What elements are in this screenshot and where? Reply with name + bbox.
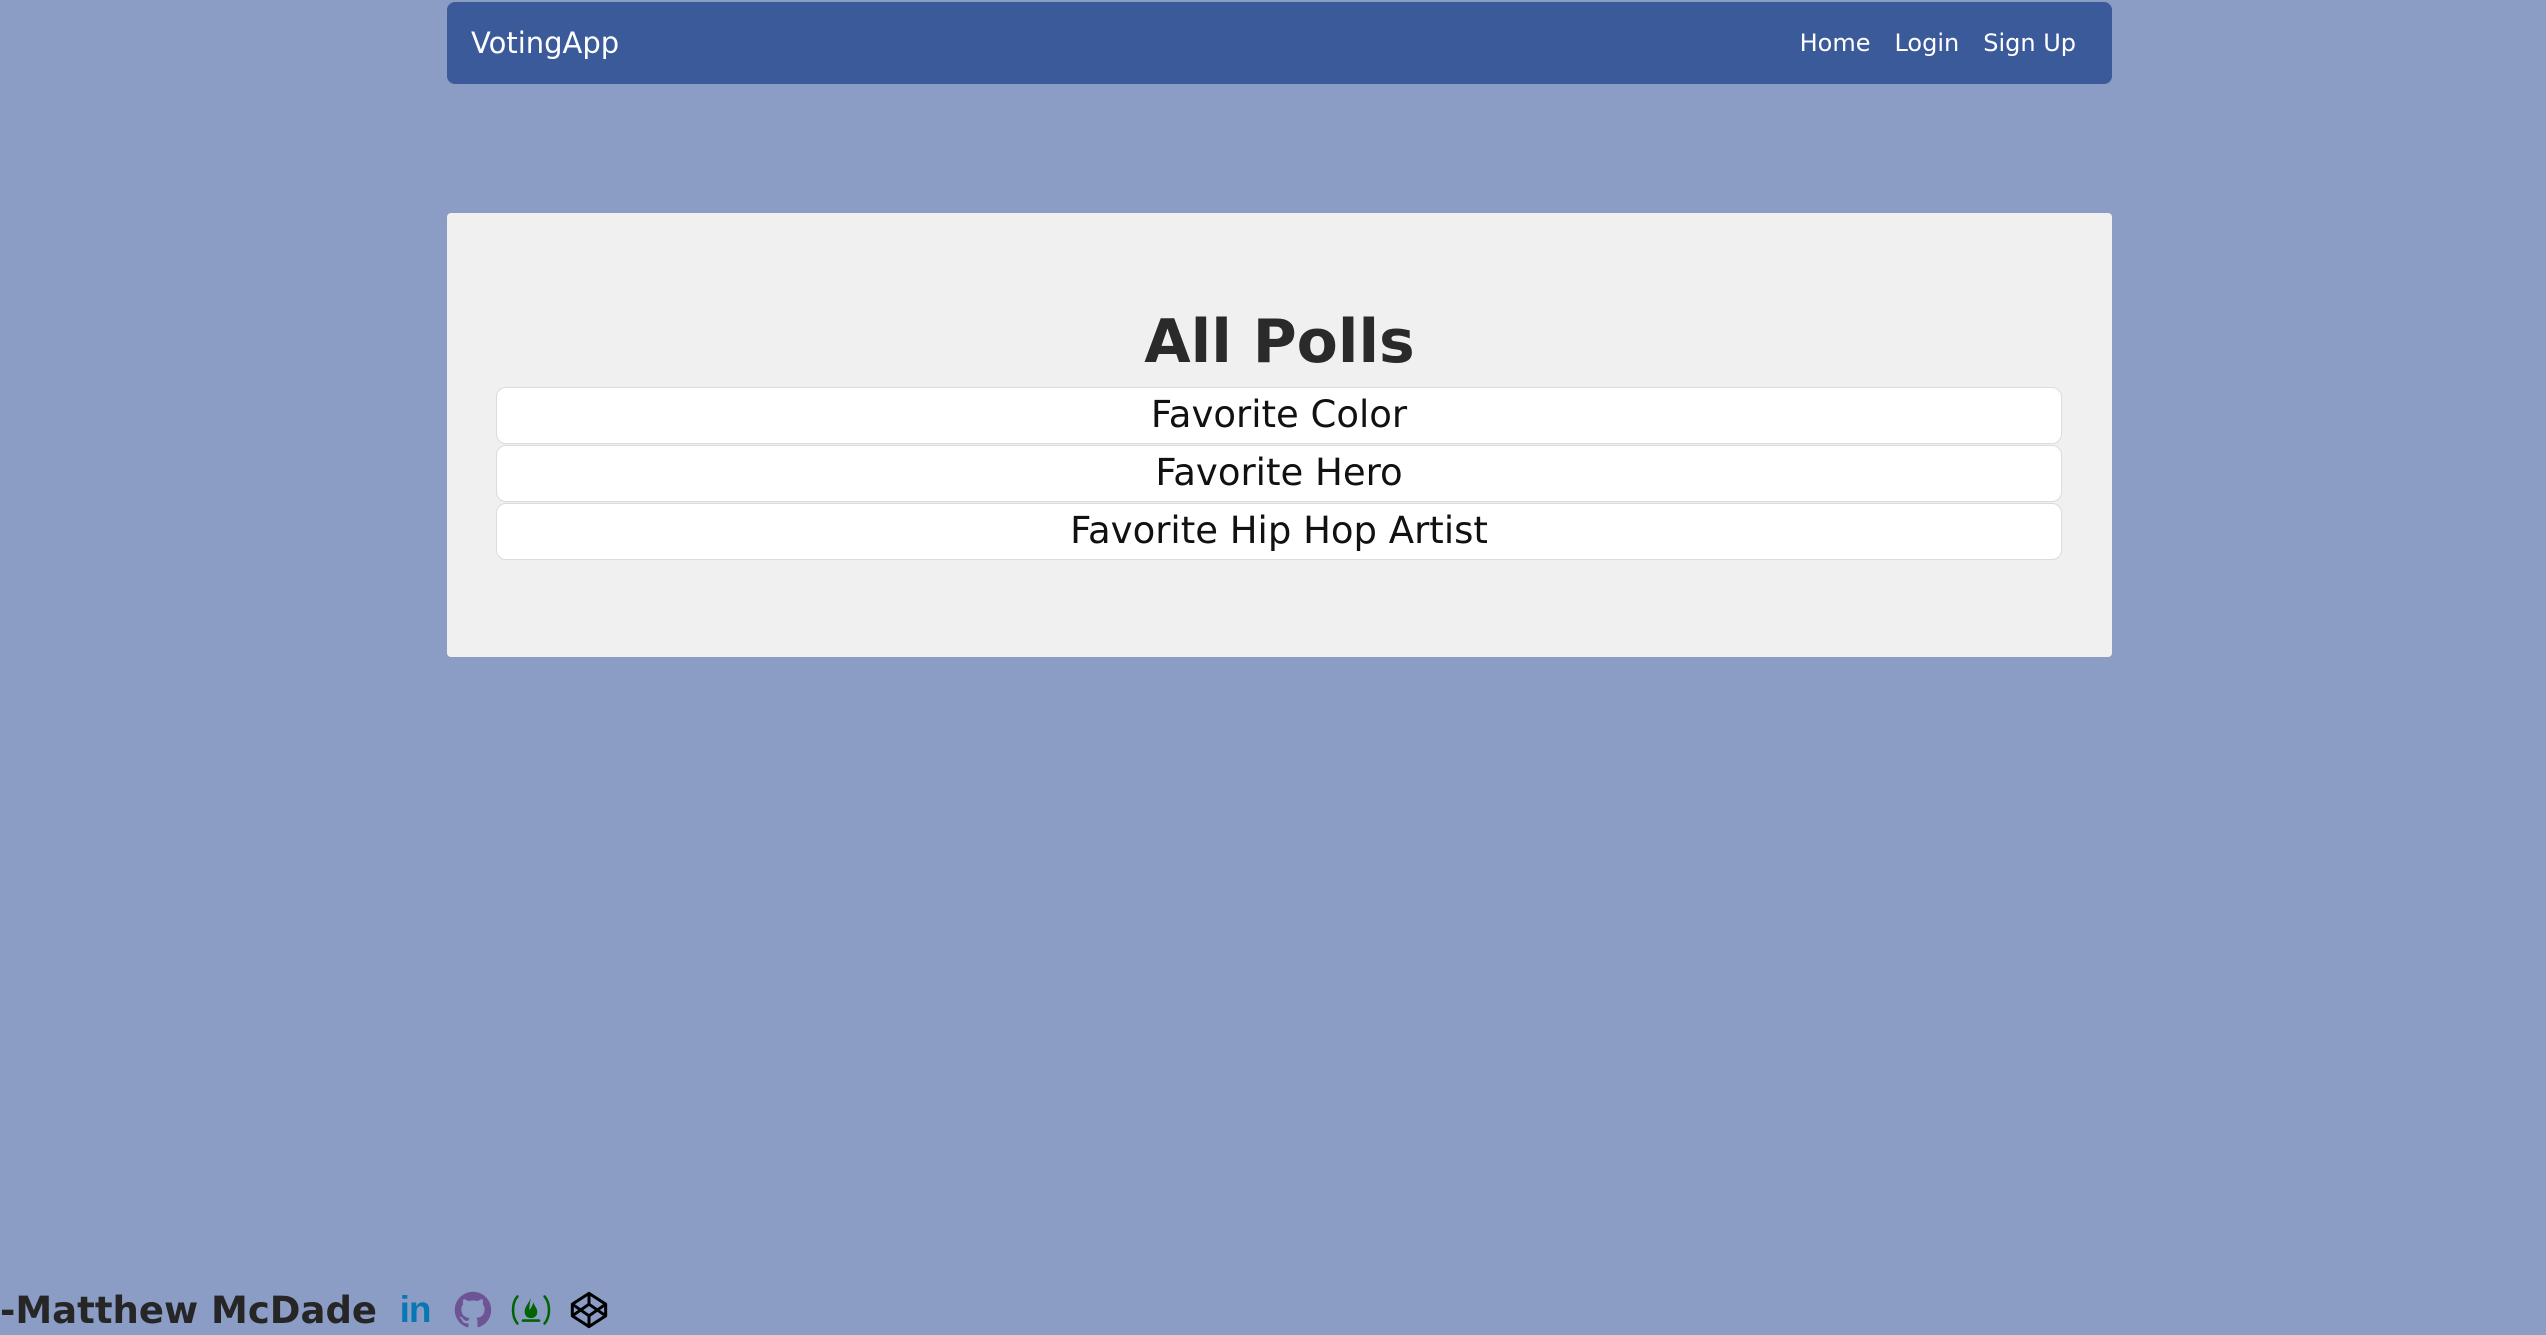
github-icon-graphic (454, 1291, 492, 1328)
poll-item-favorite-hip-hop-artist[interactable]: Favorite Hip Hop Artist (496, 503, 2062, 560)
page-title: All Polls (1144, 307, 1415, 377)
poll-list: Favorite Color Favorite Hero Favorite Hi… (496, 387, 2062, 561)
linkedin-icon[interactable]: in (393, 1288, 437, 1332)
codepen-icon[interactable] (567, 1288, 611, 1332)
poll-item-favorite-hero[interactable]: Favorite Hero (496, 445, 2062, 502)
nav-home-link[interactable]: Home (1800, 29, 1871, 57)
codepen-icon-graphic (570, 1291, 608, 1329)
polls-card: All Polls Favorite Color Favorite Hero F… (447, 213, 2112, 657)
freecodecamp-icon-graphic (511, 1295, 551, 1325)
nav-links: Home Login Sign Up (1800, 2, 2076, 84)
footer: -Matthew McDade in (0, 1285, 611, 1335)
linkedin-glyph: in (399, 1289, 432, 1330)
nav-signup-link[interactable]: Sign Up (1983, 29, 2076, 57)
navbar: VotingApp Home Login Sign Up (447, 2, 2112, 84)
author-name: -Matthew McDade (0, 1288, 378, 1332)
brand-link[interactable]: VotingApp (471, 2, 619, 84)
poll-item-favorite-color[interactable]: Favorite Color (496, 387, 2062, 444)
github-icon[interactable] (451, 1288, 495, 1332)
freecodecamp-icon[interactable] (509, 1288, 553, 1332)
nav-login-link[interactable]: Login (1894, 29, 1959, 57)
